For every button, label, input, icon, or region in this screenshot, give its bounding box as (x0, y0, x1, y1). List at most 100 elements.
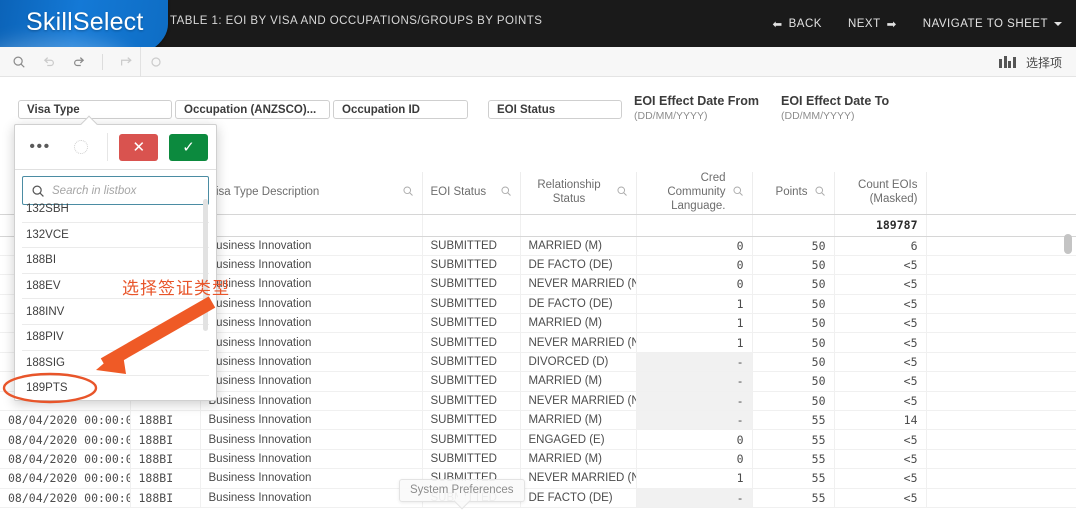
table-cell[interactable]: <5 (834, 449, 927, 470)
next-button[interactable]: NEXT ➡ (848, 17, 897, 31)
table-cell[interactable]: 55 (752, 410, 835, 431)
table-cell[interactable]: 0 (636, 255, 753, 276)
table-cell[interactable]: 188BI (130, 429, 201, 450)
table-cell[interactable] (926, 352, 1076, 373)
listbox-clear-selection-icon[interactable] (65, 134, 97, 160)
table-cell[interactable]: <5 (834, 488, 927, 508)
table-cell[interactable]: <5 (834, 294, 927, 315)
table-cell[interactable]: 50 (752, 274, 835, 295)
table-cell[interactable]: Business Innovation (200, 332, 423, 353)
table-cell[interactable]: 50 (752, 371, 835, 392)
cancel-selection-button[interactable]: ✕ (119, 133, 159, 161)
table-column-header[interactable]: Relationship Status (520, 172, 637, 215)
table-cell[interactable]: 188BI (130, 449, 201, 470)
reload-icon[interactable] (141, 49, 171, 75)
column-search-icon[interactable] (500, 185, 512, 200)
column-search-icon[interactable] (402, 185, 414, 200)
table-cell[interactable]: 14 (834, 410, 927, 431)
navigate-to-sheet-button[interactable]: NAVIGATE TO SHEET (923, 18, 1062, 30)
confirm-selection-button[interactable]: ✓ (169, 133, 209, 161)
table-cell[interactable]: Business Innovation (200, 488, 423, 508)
table-cell[interactable]: 50 (752, 391, 835, 412)
listbox-item[interactable]: 188EV (22, 274, 209, 300)
table-cell[interactable] (926, 294, 1076, 315)
share-icon[interactable] (111, 49, 141, 75)
table-cell[interactable]: 08/04/2020 00:00:00 (0, 468, 131, 489)
search-icon[interactable] (4, 49, 34, 75)
listbox-item[interactable]: 188PIV (22, 325, 209, 351)
table-cell[interactable]: SUBMITTED (422, 255, 521, 276)
column-search-icon[interactable] (616, 185, 628, 200)
table-cell[interactable]: 188BI (130, 410, 201, 431)
filter-visa-type[interactable]: Visa Type (18, 100, 172, 119)
table-cell[interactable]: 50 (752, 294, 835, 315)
table-cell[interactable]: SUBMITTED (422, 332, 521, 353)
eoi-effect-date-from-field[interactable]: EOI Effect Date From (DD/MM/YYYY) (634, 94, 759, 122)
table-cell[interactable]: 0 (636, 274, 753, 295)
table-cell[interactable]: SUBMITTED (422, 294, 521, 315)
table-cell[interactable] (926, 332, 1076, 353)
table-cell[interactable]: SUBMITTED (422, 429, 521, 450)
table-cell[interactable]: - (636, 352, 753, 373)
table-cell[interactable] (926, 313, 1076, 334)
table-cell[interactable]: - (636, 391, 753, 412)
table-cell[interactable] (926, 429, 1076, 450)
table-cell[interactable]: 6 (834, 236, 927, 256)
table-column-header[interactable] (926, 172, 1076, 215)
table-cell[interactable] (926, 255, 1076, 276)
table-cell[interactable] (926, 236, 1076, 256)
table-cell[interactable]: 08/04/2020 00:00:00 (0, 449, 131, 470)
table-cell[interactable]: 08/04/2020 00:00:00 (0, 429, 131, 450)
table-row[interactable]: 08/04/2020 00:00:00 188BI Business Innovat… (0, 429, 1076, 450)
table-column-header[interactable]: Count EOIs (Masked) (834, 172, 927, 215)
table-cell[interactable]: DE FACTO (DE) (520, 255, 637, 276)
listbox-scrollbar[interactable] (203, 199, 208, 331)
table-cell[interactable]: 188BI (130, 468, 201, 489)
table-cell[interactable]: NEVER MARRIED (N) (520, 332, 637, 353)
table-column-header[interactable]: Visa Type Description (200, 172, 423, 215)
table-cell[interactable]: 0 (636, 236, 753, 256)
table-cell[interactable] (926, 468, 1076, 489)
table-cell[interactable]: 1 (636, 294, 753, 315)
table-cell[interactable]: 08/04/2020 00:00:00 (0, 488, 131, 508)
column-search-icon[interactable] (732, 185, 744, 200)
table-cell[interactable]: DE FACTO (DE) (520, 488, 637, 508)
selections-bar[interactable]: 选择项 (993, 47, 1068, 77)
table-cell[interactable]: Business Innovation (200, 255, 423, 276)
table-cell[interactable]: NEVER MARRIED (N) (520, 468, 637, 489)
listbox-item[interactable]: 188SIG (22, 351, 209, 377)
filter-occupation-anzsco[interactable]: Occupation (ANZSCO)... (175, 100, 330, 119)
table-cell[interactable]: 188BI (130, 488, 201, 508)
table-cell[interactable] (926, 371, 1076, 392)
table-cell[interactable]: Business Innovation (200, 371, 423, 392)
table-column-header[interactable]: Points (752, 172, 835, 215)
listbox-item[interactable]: 188INV (22, 299, 209, 325)
table-cell[interactable]: SUBMITTED (422, 371, 521, 392)
table-cell[interactable]: ENGAGED (E) (520, 429, 637, 450)
table-column-header[interactable]: Cred Community Language. (636, 172, 753, 215)
table-cell[interactable]: <5 (834, 391, 927, 412)
table-row[interactable]: 08/04/2020 00:00:00 188BI Business Innovat… (0, 488, 1076, 508)
table-cell[interactable]: - (636, 488, 753, 508)
undo-icon[interactable] (34, 49, 64, 75)
filter-occupation-id[interactable]: Occupation ID (333, 100, 468, 119)
table-cell[interactable]: Business Innovation (200, 410, 423, 431)
table-row[interactable]: 08/04/2020 00:00:00 188BI Business Innovat… (0, 449, 1076, 470)
table-cell[interactable]: Business Innovation (200, 313, 423, 334)
listbox-item[interactable]: 188BI (22, 248, 209, 274)
table-cell[interactable]: 55 (752, 468, 835, 489)
table-cell[interactable]: <5 (834, 429, 927, 450)
listbox-more-options-icon[interactable]: ••• (23, 139, 57, 155)
table-cell[interactable]: <5 (834, 371, 927, 392)
table-cell[interactable] (926, 391, 1076, 412)
table-cell[interactable]: NEVER MARRIED (N) (520, 274, 637, 295)
table-row[interactable]: 08/04/2020 00:00:00 188BI Business Innovat… (0, 468, 1076, 489)
table-cell[interactable]: MARRIED (M) (520, 313, 637, 334)
table-cell[interactable]: 50 (752, 332, 835, 353)
table-cell[interactable]: 50 (752, 255, 835, 276)
table-cell[interactable]: Business Innovation (200, 352, 423, 373)
table-cell[interactable]: 50 (752, 313, 835, 334)
table-cell[interactable]: 50 (752, 352, 835, 373)
table-cell[interactable]: 08/04/2020 00:00:00 (0, 410, 131, 431)
redo-icon[interactable] (64, 49, 94, 75)
